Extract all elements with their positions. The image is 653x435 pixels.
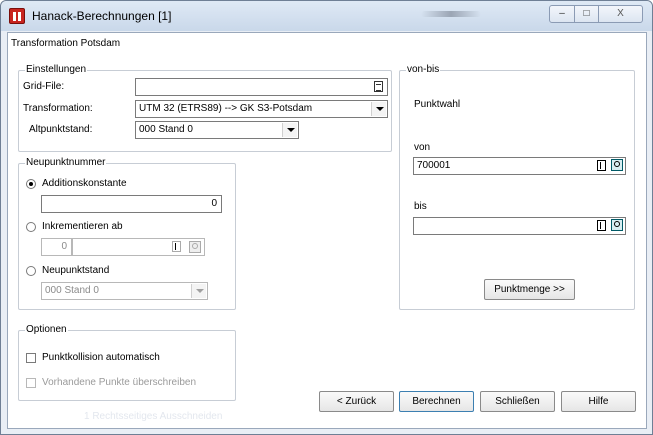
neupunktstand-value: 000 Stand 0 [45, 285, 99, 296]
bis-label: bis [414, 201, 427, 212]
title-bar[interactable]: Hanack-Berechnungen [1] – □ X [1, 1, 652, 31]
window-title: Hanack-Berechnungen [1] [32, 9, 172, 23]
inkrementieren-label[interactable]: Inkrementieren ab [42, 221, 123, 233]
inkrementieren-input[interactable]: 0 [41, 238, 72, 256]
transformation-label: Transformation: [23, 103, 93, 114]
chevron-down-icon[interactable] [371, 102, 386, 116]
compute-button[interactable]: Berechnen [399, 391, 474, 412]
title-bar-decoration [421, 11, 481, 17]
von-bis-legend: von-bis [406, 64, 441, 76]
app-icon [9, 8, 25, 24]
vorhandene-checkbox[interactable] [26, 378, 36, 388]
additionskonstante-radio[interactable] [26, 179, 36, 189]
von-value: 700001 [417, 160, 451, 171]
close-button[interactable]: Schließen [480, 391, 555, 412]
additionskonstante-input[interactable]: 0 [41, 195, 222, 213]
bis-input[interactable] [413, 217, 626, 235]
status-text: 1 Rechtsseitiges Ausschneiden [84, 411, 223, 422]
grid-file-label: Grid-File: [23, 81, 65, 92]
maximize-button[interactable]: □ [574, 5, 599, 23]
chevron-down-icon[interactable] [282, 123, 297, 137]
neupunktnummer-group: Neupunktnummer Additionskonstante 0 Inkr… [18, 157, 236, 310]
von-label: von [414, 142, 431, 153]
help-button[interactable]: Hilfe [561, 391, 636, 412]
application-window: Hanack-Berechnungen [1] – □ X Transforma… [0, 0, 653, 435]
pick-point-icon[interactable] [597, 220, 606, 231]
search-icon[interactable] [611, 219, 623, 231]
punktwahl-label: Punktwahl [414, 99, 461, 110]
optionen-legend: Optionen [25, 324, 68, 336]
altpunktstand-select[interactable]: 000 Stand 0 [135, 121, 299, 139]
einstellungen-group: Einstellungen Grid-File: Transformation:… [18, 64, 392, 152]
search-icon[interactable] [189, 241, 201, 253]
neupunktstand-select[interactable]: 000 Stand 0 [41, 282, 208, 300]
altpunktstand-label: Altpunktstand: [29, 124, 93, 135]
pick-point-icon[interactable] [597, 160, 606, 171]
neupunktstand-radio[interactable] [26, 266, 36, 276]
grid-file-field[interactable] [135, 78, 388, 96]
inkrementieren-radio[interactable] [26, 222, 36, 232]
close-window-button[interactable]: X [598, 5, 643, 23]
dialog-client-area: Transformation Potsdam Einstellungen Gri… [7, 32, 647, 429]
von-bis-group: von-bis Punktwahl von 700001 bis Punktme… [399, 64, 635, 310]
transformation-select[interactable]: UTM 32 (ETRS89) --> GK S3-Potsdam [135, 100, 388, 118]
neupunktnummer-legend: Neupunktnummer [25, 157, 107, 169]
optionen-group: Optionen Punktkollision automatisch Vorh… [18, 324, 236, 401]
inkrementieren-point-field[interactable] [72, 238, 205, 256]
altpunktstand-value: 000 Stand 0 [139, 124, 193, 135]
pick-point-icon[interactable] [172, 241, 181, 252]
back-button[interactable]: < Zurück [319, 391, 394, 412]
browse-file-icon[interactable] [374, 81, 383, 92]
minimize-button[interactable]: – [549, 5, 575, 23]
von-input[interactable]: 700001 [413, 157, 626, 175]
transformation-value: UTM 32 (ETRS89) --> GK S3-Potsdam [139, 103, 313, 114]
punktkollision-label[interactable]: Punktkollision automatisch [42, 352, 160, 364]
neupunktstand-label[interactable]: Neupunktstand [42, 265, 109, 277]
punktkollision-checkbox[interactable] [26, 353, 36, 363]
chevron-down-icon[interactable] [191, 284, 206, 298]
additionskonstante-label[interactable]: Additionskonstante [42, 178, 127, 190]
dialog-subtitle: Transformation Potsdam [11, 38, 121, 49]
einstellungen-legend: Einstellungen [25, 64, 88, 76]
search-icon[interactable] [611, 159, 623, 171]
vorhandene-label[interactable]: Vorhandene Punkte überschreiben [42, 377, 196, 389]
punktmenge-button[interactable]: Punktmenge >> [484, 279, 575, 300]
